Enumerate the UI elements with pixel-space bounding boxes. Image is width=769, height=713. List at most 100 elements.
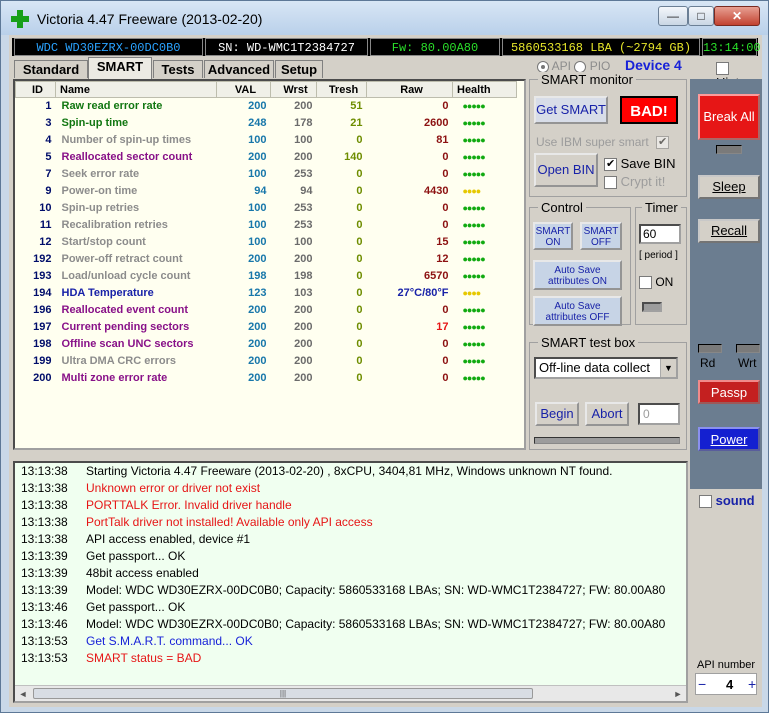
table-row[interactable]: 192 Power-off retract count 200 200 0 12 ●●●●●	[16, 251, 517, 268]
table-row[interactable]: 5 Reallocated sector count 200 200 140 0 ●●●●●	[16, 149, 517, 166]
log-entry: 13:13:39 Model: WDC WD30EZRX-00DC0B0; Cap…	[15, 582, 686, 599]
title-bar[interactable]: Victoria 4.47 Freeware (2013-02-20) — □ …	[1, 1, 768, 35]
tab-setup[interactable]: Setup	[275, 60, 323, 78]
col-tresh[interactable]: Tresh	[316, 81, 367, 98]
plus-icon[interactable]: +	[748, 676, 756, 692]
attr-tresh: 0	[356, 134, 363, 146]
table-row[interactable]: 4 Number of spin-up times 100 100 0 81 ●●●●●	[16, 132, 517, 149]
open-bin-button[interactable]: Open BIN	[534, 153, 598, 187]
attr-wrst: 94	[300, 185, 313, 197]
timer-on-checkbox[interactable]	[639, 276, 652, 290]
sound-option[interactable]: sound	[699, 493, 755, 509]
attr-id: 193	[33, 270, 52, 282]
table-row[interactable]: 10 Spin-up retries 100 253 0 0 ●●●●●	[16, 200, 517, 217]
tab-advanced[interactable]: Advanced	[204, 60, 274, 78]
tab-tests[interactable]: Tests	[153, 60, 203, 78]
timer-on-option[interactable]: ON	[639, 275, 673, 290]
log-time: 13:13:39	[21, 549, 68, 563]
table-row[interactable]: 7 Seek error rate 100 253 0 0 ●●●●●	[16, 166, 517, 183]
tab-standard[interactable]: Standard	[14, 60, 88, 78]
log-message: Unknown error or driver not exist	[86, 481, 261, 495]
passport-button[interactable]: Passp	[698, 380, 760, 404]
save-bin-option[interactable]: Save BIN	[604, 156, 676, 172]
sleep-button[interactable]: Sleep	[698, 175, 760, 199]
attr-name: Power-off retract count	[61, 253, 183, 265]
tab-strip: Standard SMART Tests Advanced Setup	[12, 57, 532, 79]
table-row[interactable]: 1 Raw read error rate 200 200 51 0 ●●●●●	[16, 98, 517, 115]
table-row[interactable]: 200 Multi zone error rate 200 200 0 0 ●●●●●	[16, 370, 517, 387]
attr-name: Recalibration retries	[61, 219, 168, 231]
attr-wrst: 200	[294, 321, 313, 333]
save-bin-checkbox[interactable]	[604, 157, 617, 172]
smart-test-label: SMART test box	[538, 335, 639, 350]
col-name[interactable]: Name	[55, 81, 217, 98]
attr-wrst: 200	[294, 100, 313, 113]
table-row[interactable]: 197 Current pending sectors 200 200 0 17 ●●●●●	[16, 319, 517, 336]
minus-icon[interactable]: −	[698, 676, 706, 692]
table-row[interactable]: 194 HDA Temperature 123 103 0 27°C/80°F ●●●●	[16, 285, 517, 302]
autosave-off-button[interactable]: Auto Save attributes OFF	[533, 296, 622, 326]
crypt-option[interactable]: Crypt it!	[604, 174, 665, 190]
smart-on-button[interactable]: SMART ON	[533, 222, 573, 250]
attr-id: 7	[45, 168, 52, 180]
autosave-on-button[interactable]: Auto Save attributes ON	[533, 260, 622, 290]
table-row[interactable]: 3 Spin-up time 248 178 21 2600 ●●●●●	[16, 115, 517, 132]
col-val[interactable]: VAL	[216, 81, 271, 98]
tab-smart[interactable]: SMART	[88, 57, 152, 79]
table-row[interactable]: 198 Offline scan UNC sectors 200 200 0 0 ●●●●●	[16, 336, 517, 353]
read-label: Rd	[700, 356, 716, 370]
smart-off-button[interactable]: SMART OFF	[580, 222, 622, 250]
scroll-thumb[interactable]: |||	[33, 688, 533, 699]
col-wrst[interactable]: Wrst	[270, 81, 317, 98]
log-time: 13:13:46	[21, 617, 68, 631]
attr-health: ●●●●	[462, 288, 482, 298]
sound-checkbox[interactable]	[699, 495, 712, 509]
break-all-button[interactable]: Break All	[698, 94, 760, 140]
scroll-left-icon[interactable]: ◄	[15, 686, 31, 701]
log-time: 13:13:39	[21, 583, 68, 597]
smart-monitor-label: SMART monitor	[538, 72, 636, 87]
power-button[interactable]: Power	[698, 427, 760, 451]
chevron-down-icon[interactable]: ▼	[660, 359, 676, 377]
attr-name: Start/stop count	[61, 236, 146, 248]
test-progress-bar	[534, 437, 680, 444]
log-entry: 13:13:38 PORTTALK Error. Invalid driver h…	[15, 497, 686, 514]
ibm-super-smart-checkbox[interactable]	[656, 135, 670, 150]
attr-wrst: 200	[294, 151, 313, 163]
maximize-button[interactable]: □	[688, 6, 714, 26]
recall-button[interactable]: Recall	[698, 219, 760, 243]
attr-id: 194	[33, 287, 52, 299]
table-row[interactable]: 196 Reallocated event count 200 200 0 0 ●●●●●	[16, 302, 517, 319]
attr-tresh: 0	[356, 270, 363, 282]
attr-val: 94	[254, 185, 267, 197]
table-row[interactable]: 193 Load/unload cycle count 198 198 0 6570 ●●●…	[16, 268, 517, 285]
attr-tresh: 0	[356, 236, 363, 248]
access-mode: API PIO	[537, 59, 610, 73]
attr-val: 100	[248, 219, 267, 231]
test-type-select[interactable]: Off-line data collect ▼	[534, 357, 678, 379]
col-health[interactable]: Health	[452, 81, 517, 98]
ibm-super-smart[interactable]: Use IBM super smart	[536, 135, 670, 150]
close-button[interactable]: ✕	[714, 6, 760, 26]
scroll-right-icon[interactable]: ►	[670, 686, 686, 701]
log-horizontal-scrollbar[interactable]: ◄ ||| ►	[15, 685, 686, 701]
begin-button[interactable]: Begin	[535, 402, 579, 426]
minimize-button[interactable]: —	[658, 6, 688, 26]
table-row[interactable]: 199 Ultra DMA CRC errors 200 200 0 0 ●●●●●	[16, 353, 517, 370]
table-row[interactable]: 12 Start/stop count 100 100 0 15 ●●●●●	[16, 234, 517, 251]
control-label: Control	[538, 200, 586, 215]
col-raw[interactable]: Raw	[366, 81, 453, 98]
attr-raw: 0	[442, 202, 449, 214]
log-message: Get S.M.A.R.T. command... OK	[86, 634, 253, 648]
table-row[interactable]: 9 Power-on time 94 94 0 4430 ●●●●	[16, 183, 517, 200]
abort-button[interactable]: Abort	[585, 402, 629, 426]
col-id[interactable]: ID	[15, 81, 56, 98]
attr-wrst: 200	[294, 253, 313, 265]
timer-period-input[interactable]: 60	[639, 224, 681, 244]
hints-checkbox[interactable]	[716, 62, 729, 76]
log-entry: 13:13:38 API access enabled, device #1	[15, 531, 686, 548]
get-smart-button[interactable]: Get SMART	[534, 96, 608, 124]
api-number-stepper[interactable]: − 4 +	[695, 673, 757, 695]
table-row[interactable]: 11 Recalibration retries 100 253 0 0 ●●●●●	[16, 217, 517, 234]
crypt-checkbox[interactable]	[604, 176, 617, 190]
